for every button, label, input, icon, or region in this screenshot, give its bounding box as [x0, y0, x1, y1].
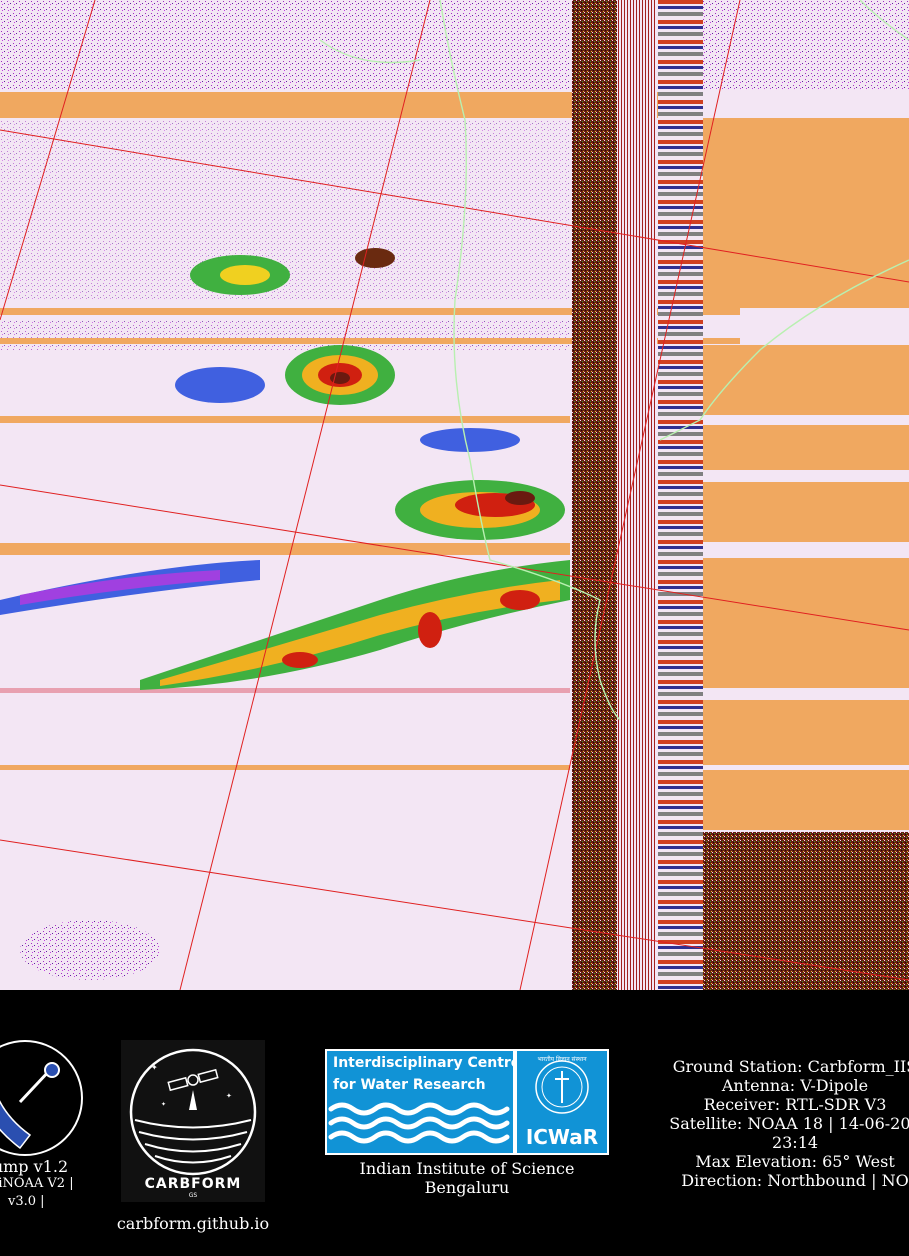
carbform-url: carbform.github.io — [116, 1214, 270, 1233]
antenna-text: Antenna: V-Dipole — [721, 1076, 869, 1095]
svg-text:✦: ✦ — [161, 1101, 166, 1108]
pass-time-text: 23:14 — [771, 1133, 819, 1152]
satdump-subtitle-2: v3.0 | — [8, 1194, 45, 1209]
receiver-text: Receiver: RTL-SDR V3 — [703, 1095, 887, 1114]
satellite-image — [0, 0, 909, 990]
icwar-logo: Interdisciplinary Centre for Water Resea… — [325, 1049, 609, 1155]
iisc-emblem: भारतीय विज्ञान संस्थान ICWaR — [517, 1051, 607, 1153]
max-elevation-text: Max Elevation: 65° West — [695, 1152, 895, 1171]
carbform-logo-subtext: GS — [188, 1192, 198, 1199]
ground-station-text: Ground Station: Carbform_IIS — [672, 1057, 909, 1076]
institute-city: Bengaluru — [424, 1178, 510, 1197]
svg-text:✦: ✦ — [151, 1063, 158, 1072]
icwar-banner-line-2: for Water Research — [333, 1077, 486, 1093]
water-waves-icon — [328, 1102, 510, 1144]
satdump-subtitle-1: piNOAA V2 | — [0, 1176, 74, 1191]
satellite-image-render — [0, 0, 909, 990]
institute-name: Indian Institute of Science — [359, 1159, 575, 1178]
satellite-text: Satellite: NOAA 18 | 14-06-202 — [669, 1114, 909, 1133]
iisc-hindi-name: भारतीय विज्ञान संस्थान — [537, 1056, 587, 1063]
icwar-banner-line-1: Interdisciplinary Centre — [333, 1055, 513, 1071]
satdump-title: Dump v1.2 — [0, 1157, 69, 1176]
icwar-acronym: ICWaR — [525, 1125, 599, 1149]
satdump-logo — [0, 1040, 83, 1156]
carbform-logo-text: CARBFORM — [144, 1176, 242, 1192]
icwar-banner: Interdisciplinary Centre for Water Resea… — [327, 1051, 513, 1153]
svg-text:✦: ✦ — [226, 1092, 232, 1100]
direction-text: Direction: Northbound | NO — [681, 1171, 909, 1190]
